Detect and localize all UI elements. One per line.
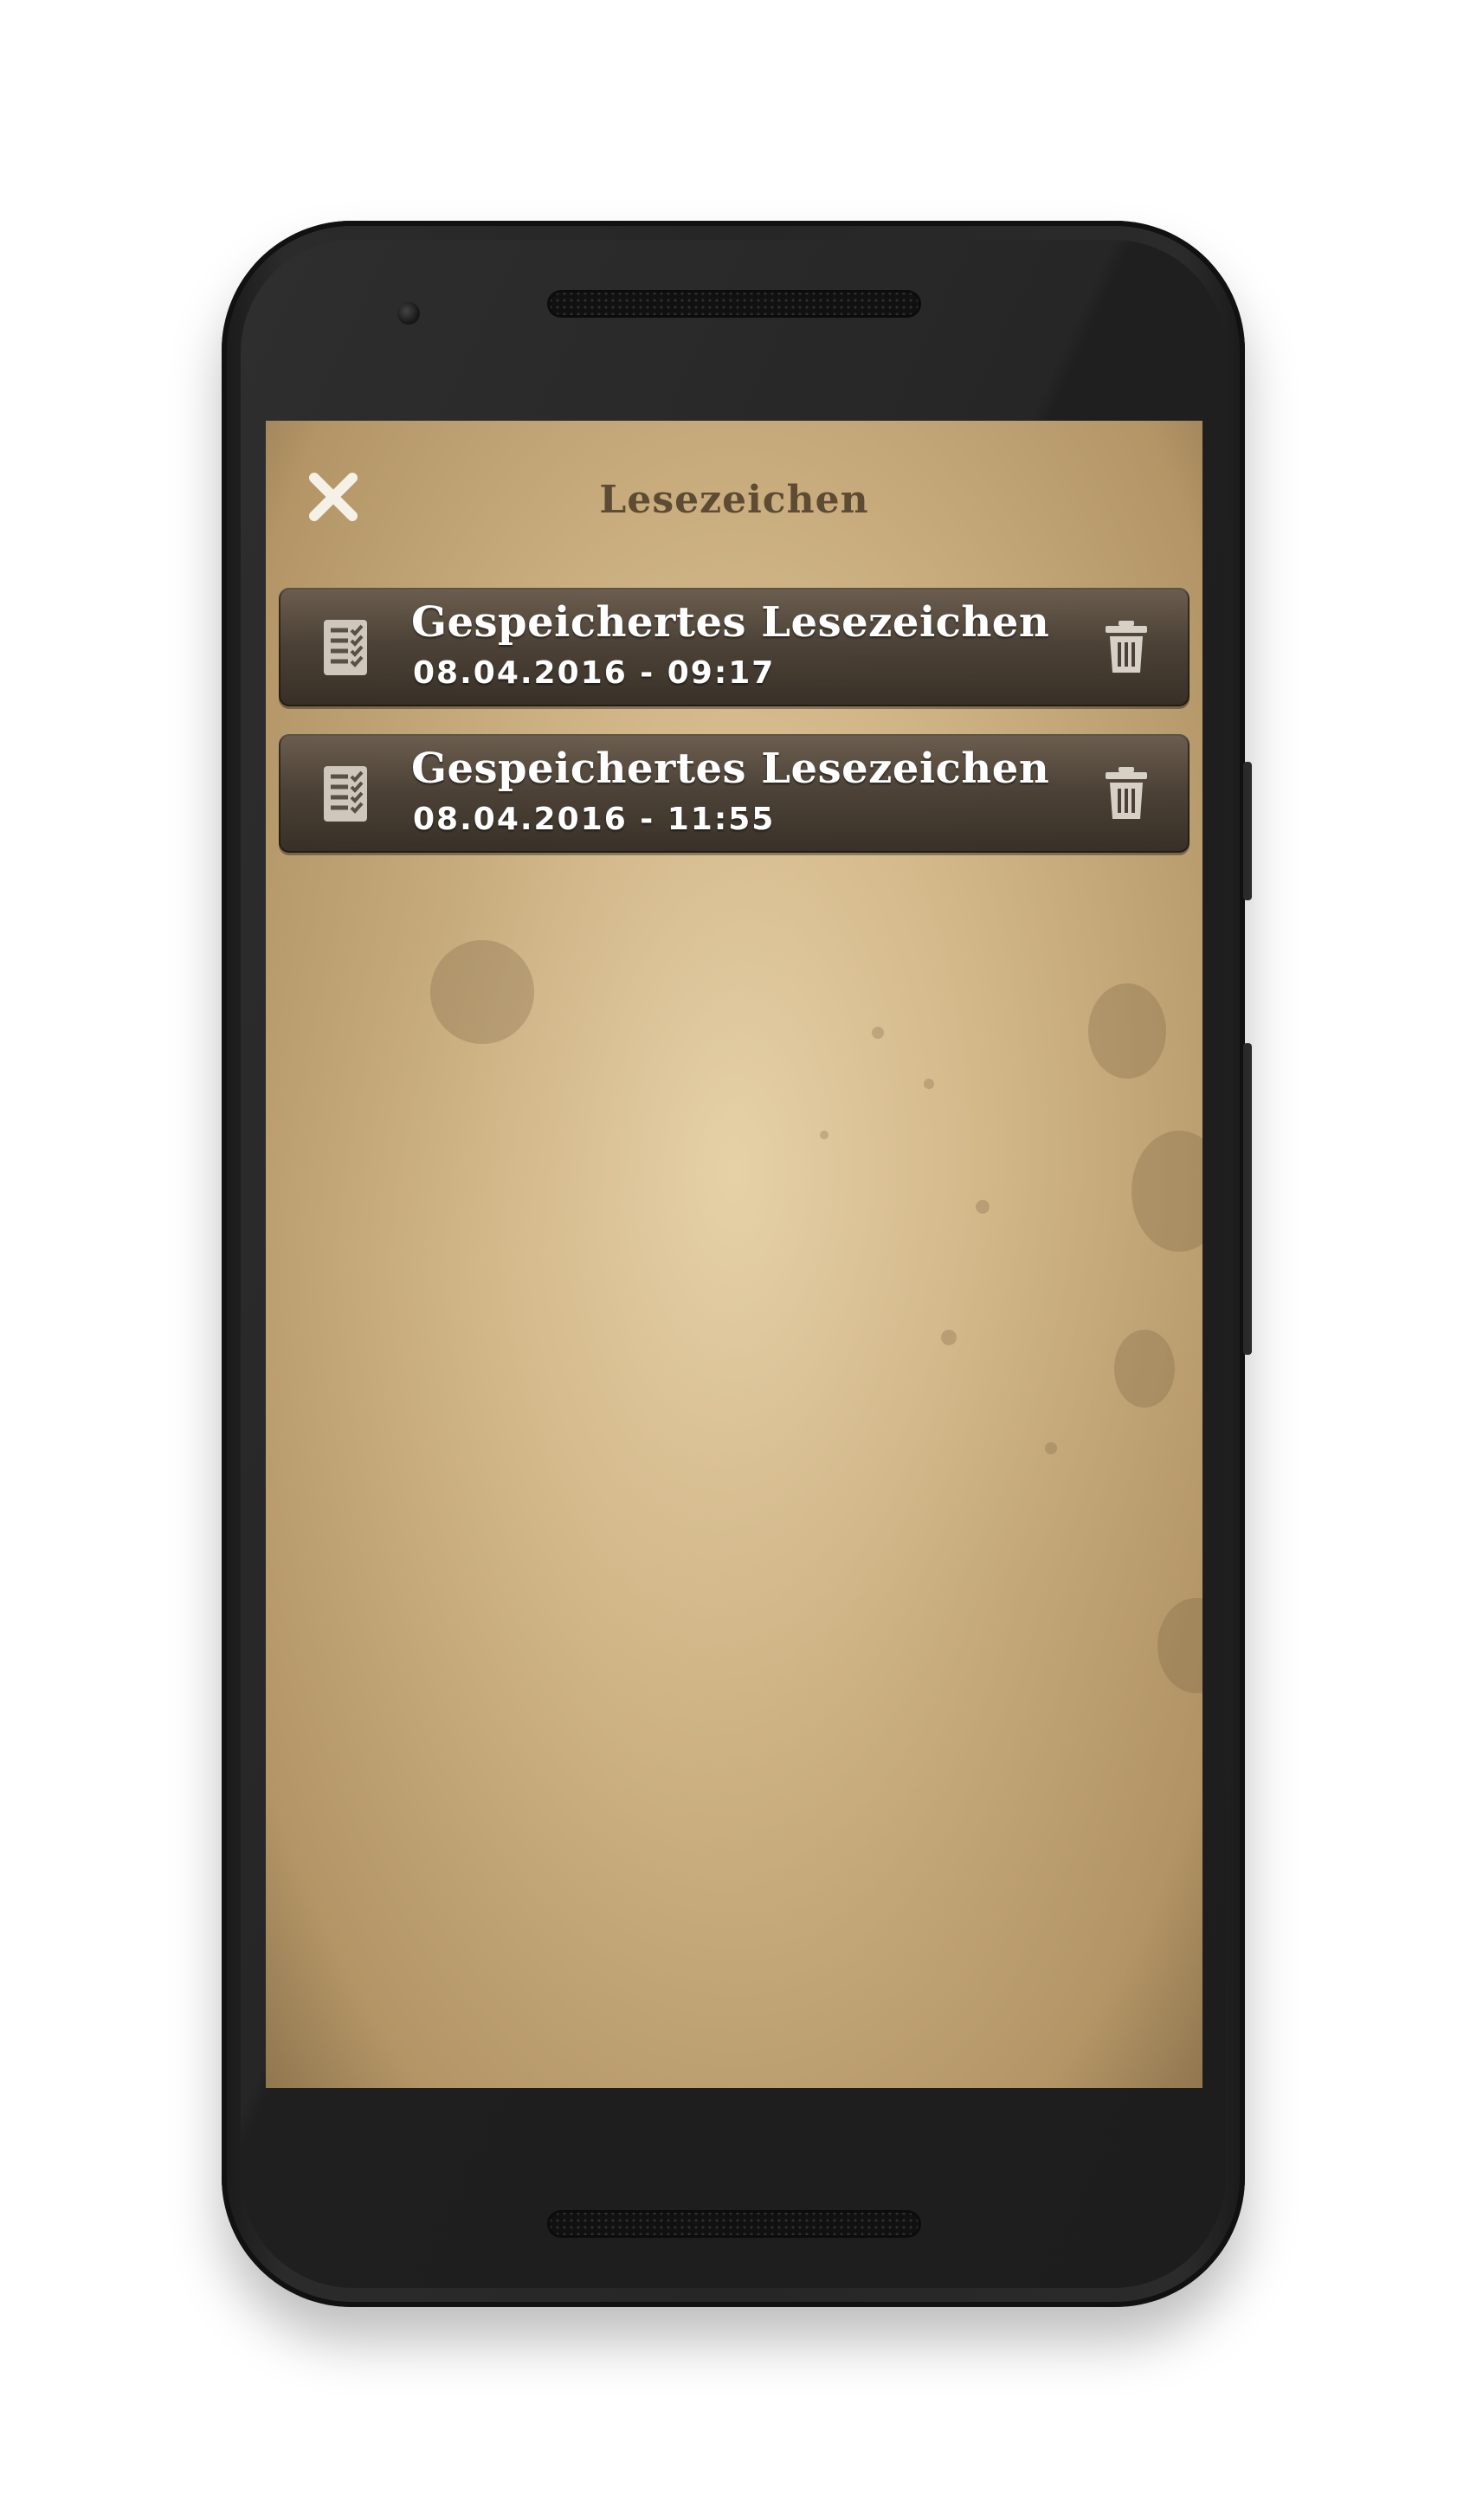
stain-decoration (1114, 1330, 1175, 1408)
stain-decoration (924, 1079, 934, 1089)
stain-decoration (430, 940, 534, 1044)
list-item[interactable]: Gespeichertes Lesezeichen 08.04.2016 - 1… (279, 734, 1190, 853)
checklist-document-icon (324, 766, 367, 822)
bookmark-list: Gespeichertes Lesezeichen 08.04.2016 - 0… (279, 588, 1190, 880)
bottom-speaker-grille (547, 2210, 921, 2238)
checklist-document-icon (324, 620, 367, 675)
front-camera (397, 302, 420, 325)
stain-decoration (1132, 1131, 1202, 1252)
stain-decoration (820, 1131, 828, 1139)
page-title: Lesezeichen (599, 478, 869, 522)
stain-decoration (872, 1027, 884, 1039)
stain-decoration (976, 1200, 990, 1214)
list-item[interactable]: Gespeichertes Lesezeichen 08.04.2016 - 0… (279, 588, 1190, 706)
app-screen: Lesezeichen Gespeichertes Lesezeichen 08… (266, 421, 1202, 2088)
trash-icon[interactable] (1103, 765, 1150, 821)
stain-decoration (1088, 983, 1166, 1079)
stain-decoration (941, 1330, 957, 1345)
volume-button (1243, 1043, 1252, 1355)
bookmark-datetime: 08.04.2016 - 11:55 (413, 802, 776, 837)
trash-icon[interactable] (1103, 619, 1150, 674)
bookmark-datetime: 08.04.2016 - 09:17 (413, 655, 776, 691)
power-button (1243, 762, 1252, 900)
stain-decoration (1045, 1442, 1057, 1454)
top-speaker-grille (547, 290, 921, 318)
bookmark-title: Gespeichertes Lesezeichen (411, 598, 1050, 647)
stain-decoration (1157, 1598, 1202, 1693)
bookmark-title: Gespeichertes Lesezeichen (411, 744, 1050, 793)
app-header: Lesezeichen (266, 421, 1202, 585)
